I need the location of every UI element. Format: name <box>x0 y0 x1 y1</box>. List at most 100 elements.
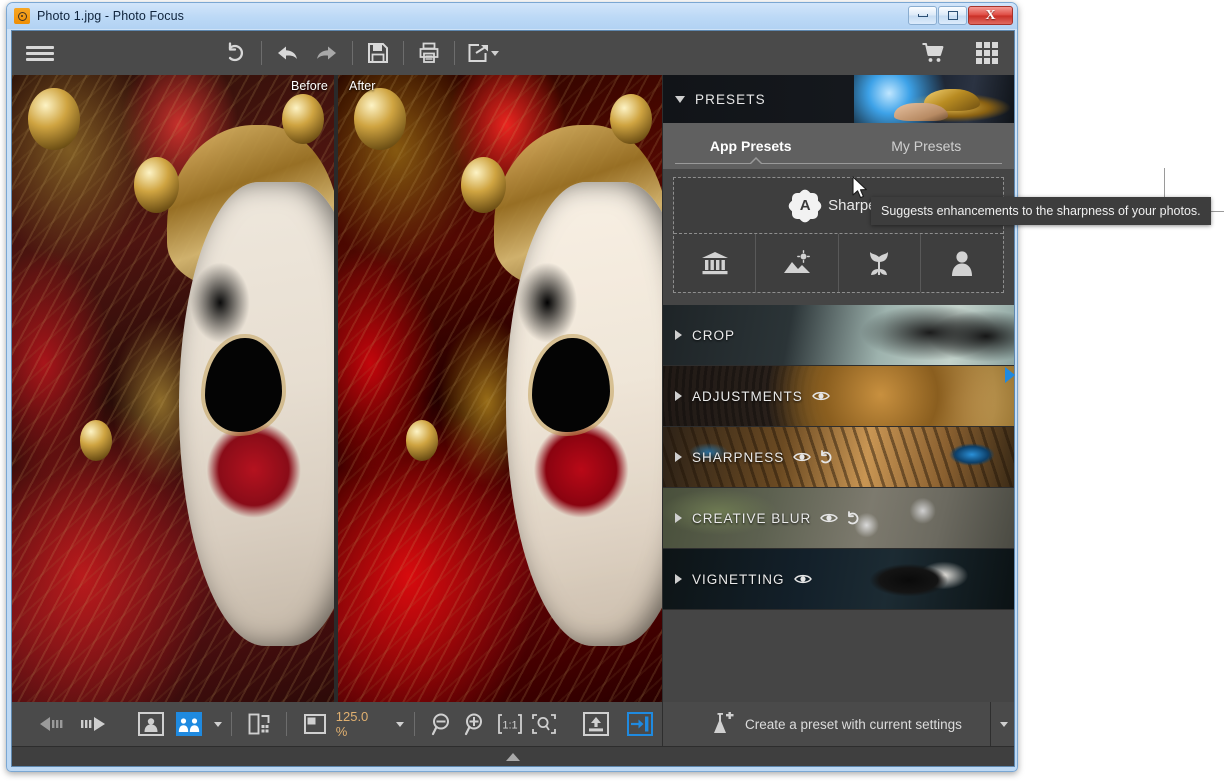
section-sharpness[interactable]: SHARPNESS <box>663 427 1014 488</box>
svg-text:1:1: 1:1 <box>502 720 517 732</box>
grid-apps-icon <box>976 42 998 64</box>
close-button[interactable]: X <box>968 6 1013 25</box>
print-button[interactable] <box>409 31 449 75</box>
triangle-right-icon[interactable] <box>675 330 682 340</box>
section-label-sharpness: SHARPNESS <box>692 449 785 465</box>
eye-icon[interactable] <box>811 390 830 402</box>
zoom-1-to-1-button[interactable]: 1:1 <box>493 702 527 746</box>
triangle-right-icon[interactable] <box>675 452 682 462</box>
save-button[interactable] <box>358 31 398 75</box>
section-label-creative-blur: CREATIVE BLUR <box>692 510 812 526</box>
fit-to-window-icon <box>531 714 556 734</box>
section-vignetting[interactable]: VIGNETTING <box>663 549 1014 610</box>
toolbar-separator <box>286 712 288 736</box>
after-label: After <box>349 79 376 93</box>
toolbar-separator <box>231 712 233 736</box>
maximize-button[interactable] <box>938 6 967 25</box>
triangle-right-icon[interactable] <box>675 574 682 584</box>
window-controls: X <box>908 6 1013 25</box>
triangle-right-icon[interactable] <box>675 513 682 523</box>
tulip-flower-icon <box>870 252 889 275</box>
zoom-level-dropdown[interactable] <box>389 702 409 746</box>
floppy-disk-icon <box>368 43 388 63</box>
photo-focus-icon <box>14 8 30 24</box>
triangle-right-icon[interactable] <box>675 391 682 401</box>
eye-icon[interactable] <box>820 512 839 524</box>
previous-image-button[interactable] <box>34 702 76 746</box>
reset-icon[interactable] <box>845 510 861 526</box>
preset-category-architecture[interactable] <box>674 234 757 292</box>
image-viewer[interactable]: Before After <box>12 75 662 702</box>
minimize-button[interactable] <box>908 6 937 25</box>
section-adjustments[interactable]: ADJUSTMENTS <box>663 366 1014 427</box>
split-view-button[interactable] <box>171 702 207 746</box>
toolbar-separator <box>454 41 455 65</box>
undo-button[interactable] <box>267 31 307 75</box>
bottom-toolbar: 125.0 % 1:1 Create a preset with current… <box>12 702 1014 746</box>
museum-building-icon <box>701 252 728 275</box>
undo-arrow-icon <box>278 46 297 60</box>
chevron-down-icon <box>491 50 499 56</box>
eye-icon[interactable] <box>793 573 812 585</box>
chevron-down-icon <box>999 721 1008 727</box>
next-image-button[interactable] <box>76 702 118 746</box>
redo-button[interactable] <box>307 31 347 75</box>
before-label: Before <box>291 79 328 93</box>
one-to-one-icon: 1:1 <box>498 714 523 734</box>
toolbar-separator <box>413 712 415 736</box>
mouse-cursor <box>852 176 867 199</box>
export-button[interactable] <box>575 702 619 746</box>
shopping-cart-icon <box>922 43 944 62</box>
triangle-up-icon[interactable] <box>675 95 685 103</box>
eye-icon[interactable] <box>793 451 812 463</box>
bottom-right-controls: Create a preset with current settings <box>662 702 1014 746</box>
preset-category-landscape[interactable] <box>756 234 839 292</box>
section-label-adjustments: ADJUSTMENTS <box>692 388 803 404</box>
filmstrip-expander-icon[interactable] <box>506 752 520 761</box>
flask-plus-icon <box>714 712 734 733</box>
apps-button[interactable] <box>960 31 1014 75</box>
single-view-icon <box>138 712 165 736</box>
reset-icon[interactable] <box>818 449 834 465</box>
close-icon: X <box>985 7 996 23</box>
rotate-view-button[interactable] <box>237 702 281 746</box>
section-creative-blur[interactable]: CREATIVE BLUR <box>663 488 1014 549</box>
chevron-down-icon <box>395 721 404 727</box>
view-split-divider[interactable] <box>334 75 338 702</box>
fit-mode-button[interactable] <box>298 702 332 746</box>
chevron-down-icon <box>213 721 222 727</box>
store-button[interactable] <box>908 31 960 75</box>
share-button[interactable] <box>460 31 506 75</box>
panel-expander-arrow[interactable] <box>1005 367 1015 383</box>
before-image-pane[interactable] <box>12 75 334 702</box>
zoom-out-button[interactable] <box>426 702 460 746</box>
zoom-fit-button[interactable] <box>527 702 561 746</box>
toggle-panel-button[interactable] <box>618 702 662 746</box>
section-crop[interactable]: CROP <box>663 305 1014 366</box>
hamburger-menu[interactable] <box>12 31 68 75</box>
badge-letter: A <box>799 197 811 214</box>
single-view-button[interactable] <box>131 702 171 746</box>
preset-category-nature[interactable] <box>839 234 921 292</box>
zoom-in-button[interactable] <box>460 702 494 746</box>
toolbar-separator <box>403 41 404 65</box>
presets-header[interactable]: PRESETS <box>663 75 1014 123</box>
after-image-pane[interactable] <box>338 75 662 702</box>
revert-arrow-icon <box>228 42 243 62</box>
preset-grid: A Sharpen <box>673 177 1004 293</box>
create-preset-dropdown[interactable] <box>990 702 1014 746</box>
fit-mode-icon <box>303 714 326 734</box>
zoom-in-icon <box>465 713 483 736</box>
preset-category-portrait[interactable] <box>921 234 1003 292</box>
revert-button[interactable] <box>216 31 256 75</box>
split-view-dropdown[interactable] <box>207 702 227 746</box>
toggle-panel-icon <box>631 716 649 732</box>
tooltip-text: Suggests enhancements to the sharpness o… <box>881 204 1201 218</box>
create-preset-button[interactable]: Create a preset with current settings <box>663 702 990 746</box>
tab-my-presets[interactable]: My Presets <box>839 124 1015 168</box>
arrow-right-icon <box>81 717 106 731</box>
zoom-level-value: 125.0 % <box>335 709 369 739</box>
panel-empty-area <box>663 610 1014 702</box>
top-toolbar <box>12 31 1014 75</box>
venetian-mask-image-before <box>12 75 334 702</box>
